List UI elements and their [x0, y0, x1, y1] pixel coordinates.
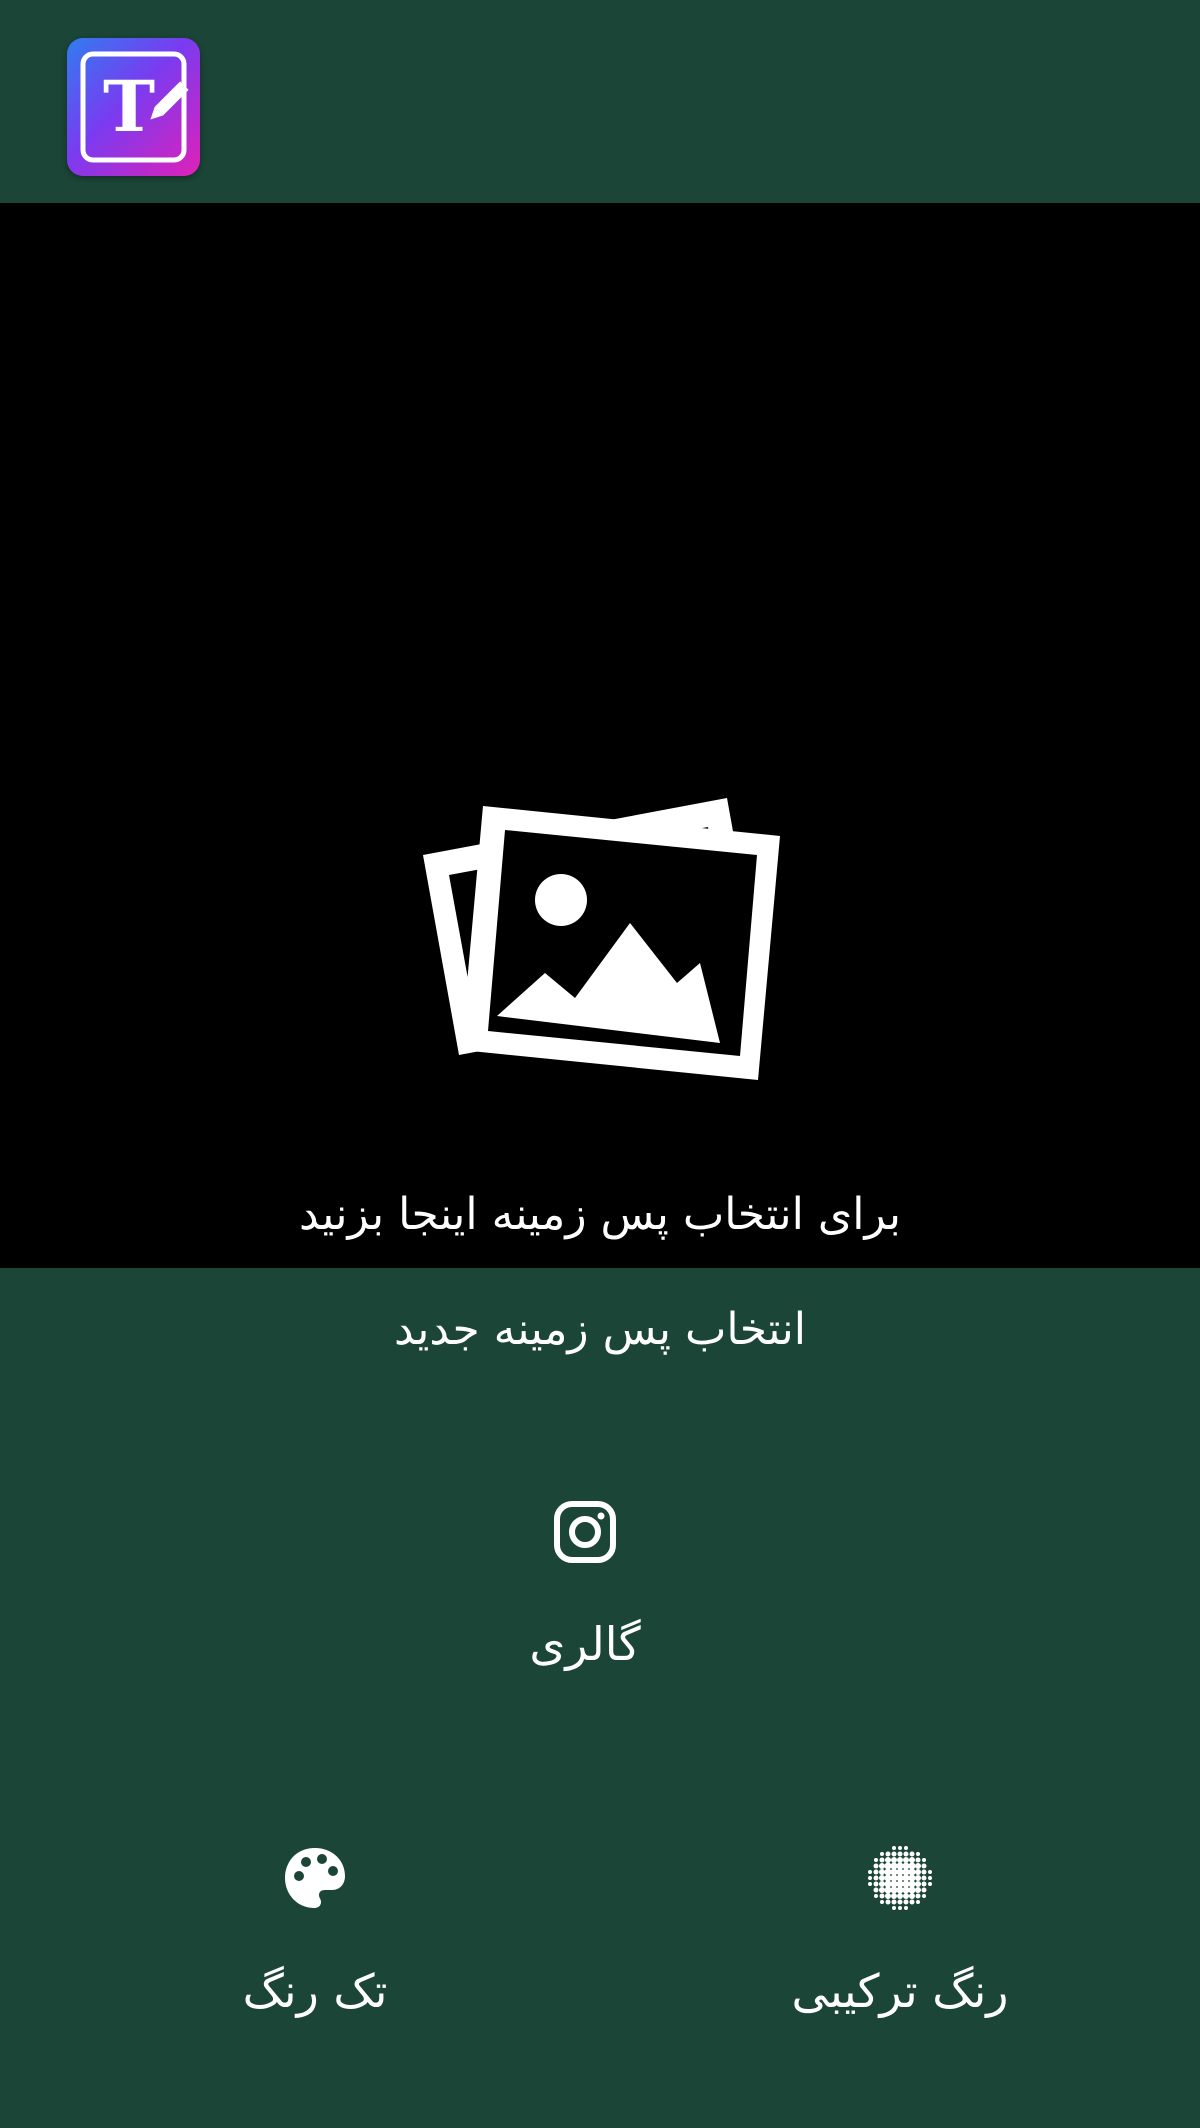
- background-selection-screen: T برای انتخاب پس زمینه اینجا بزنید انتخا…: [0, 0, 1200, 2128]
- single-color-option-button[interactable]: تک رنگ: [175, 1845, 455, 2045]
- background-preview-area[interactable]: برای انتخاب پس زمینه اینجا بزنید: [0, 203, 1200, 1268]
- logo-letter: T: [103, 65, 155, 148]
- preview-hint-text: برای انتخاب پس زمینه اینجا بزنید: [298, 1189, 902, 1240]
- halftone-dots-icon: [868, 1846, 932, 1910]
- top-bar: T: [0, 0, 1200, 203]
- gradient-color-option-button[interactable]: رنگ ترکیبی: [755, 1845, 1045, 2045]
- text-editor-logo-icon: T: [67, 38, 200, 176]
- palette-icon: [285, 1848, 345, 1908]
- gallery-option-button[interactable]: گالری: [450, 1500, 720, 1700]
- section-title: انتخاب پس زمینه جدید: [394, 1304, 806, 1355]
- gallery-label: گالری: [529, 1617, 641, 1671]
- instagram-icon: [554, 1501, 616, 1563]
- photo-library-icon: [423, 798, 780, 1080]
- single-color-label: تک رنگ: [242, 1964, 388, 2018]
- gradient-color-label: رنگ ترکیبی: [791, 1964, 1009, 2018]
